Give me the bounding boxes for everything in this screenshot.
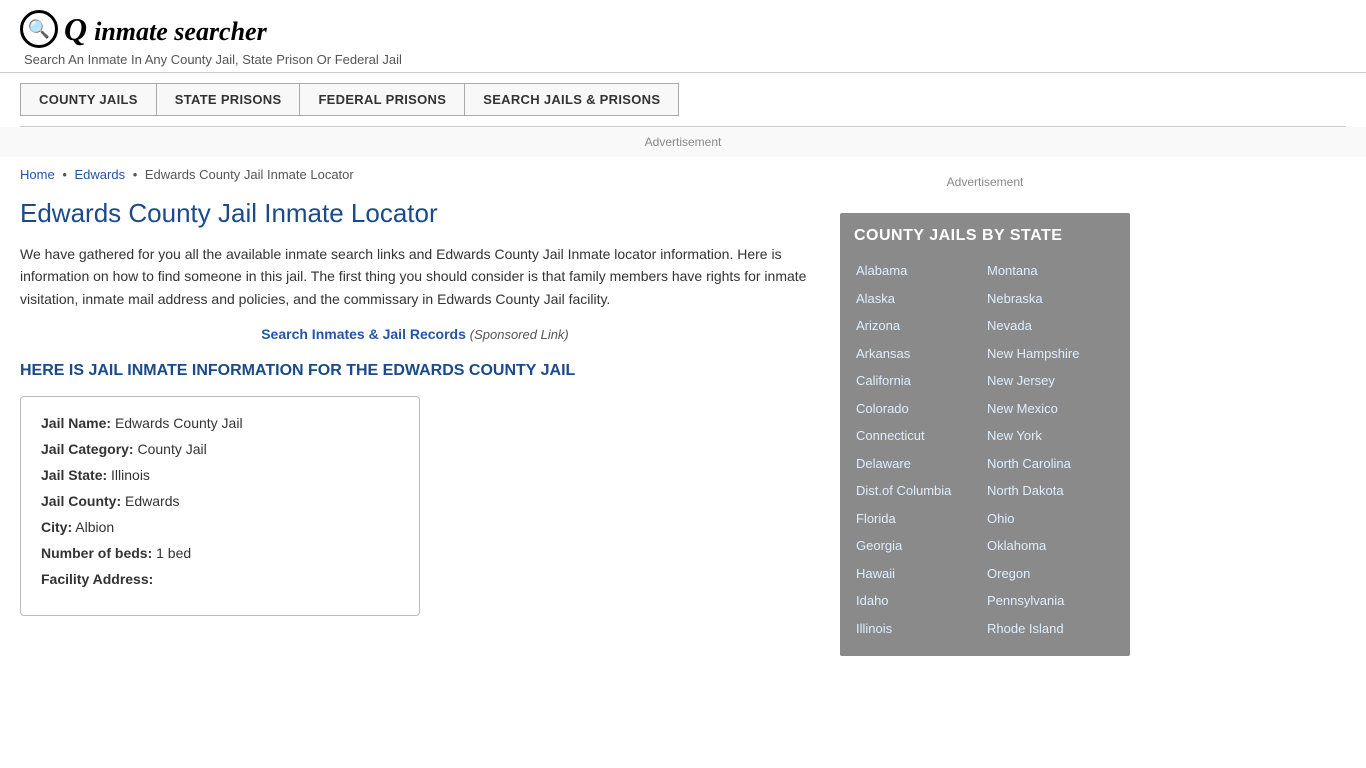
- state-link[interactable]: California: [854, 367, 985, 395]
- state-link[interactable]: Alabama: [854, 257, 985, 285]
- state-link[interactable]: Ohio: [985, 505, 1116, 533]
- breadcrumb: Home • Edwards • Edwards County Jail Inm…: [20, 167, 810, 182]
- state-link[interactable]: New Jersey: [985, 367, 1116, 395]
- state-link[interactable]: North Carolina: [985, 450, 1116, 478]
- state-link[interactable]: Hawaii: [854, 560, 985, 588]
- jail-county-value: Edwards: [125, 493, 179, 509]
- jail-address-label: Facility Address:: [41, 571, 153, 587]
- left-content: Home • Edwards • Edwards County Jail Inm…: [20, 167, 810, 656]
- sponsored-link[interactable]: Search Inmates & Jail Records: [261, 326, 466, 342]
- state-link[interactable]: Nebraska: [985, 285, 1116, 313]
- logo-area: 🔍 Q inmate searcher: [20, 10, 1346, 48]
- state-link[interactable]: Oklahoma: [985, 532, 1116, 560]
- breadcrumb-home[interactable]: Home: [20, 167, 55, 182]
- state-link[interactable]: Arkansas: [854, 340, 985, 368]
- jail-category-label: Jail Category:: [41, 441, 134, 457]
- description: We have gathered for you all the availab…: [20, 243, 810, 310]
- jail-state-label: Jail State:: [41, 467, 107, 483]
- state-grid: AlabamaAlaskaArizonaArkansasCaliforniaCo…: [854, 257, 1116, 642]
- state-link[interactable]: Alaska: [854, 285, 985, 313]
- logo-text: Q inmate searcher: [64, 11, 267, 48]
- state-link[interactable]: New Hampshire: [985, 340, 1116, 368]
- jail-city-label: City:: [41, 519, 72, 535]
- main-layout: Home • Edwards • Edwards County Jail Inm…: [0, 167, 1366, 656]
- page-title: Edwards County Jail Inmate Locator: [20, 198, 810, 229]
- jail-beds-row: Number of beds: 1 bed: [41, 545, 399, 561]
- breadcrumb-current: Edwards County Jail Inmate Locator: [145, 167, 354, 182]
- state-box-title: COUNTY JAILS BY STATE: [854, 227, 1116, 245]
- breadcrumb-sep2: •: [133, 167, 138, 182]
- nav: COUNTY JAILS STATE PRISONS FEDERAL PRISO…: [20, 83, 679, 116]
- nav-state-prisons[interactable]: STATE PRISONS: [157, 84, 301, 115]
- nav-county-jails[interactable]: COUNTY JAILS: [21, 84, 157, 115]
- jail-name-row: Jail Name: Edwards County Jail: [41, 415, 399, 431]
- jail-category-row: Jail Category: County Jail: [41, 441, 399, 457]
- jail-address-row: Facility Address:: [41, 571, 399, 587]
- state-link[interactable]: Idaho: [854, 587, 985, 615]
- state-box: COUNTY JAILS BY STATE AlabamaAlaskaArizo…: [840, 213, 1130, 656]
- nav-search-jails[interactable]: SEARCH JAILS & PRISONS: [465, 84, 678, 115]
- logo-icon: 🔍: [20, 10, 58, 48]
- state-link[interactable]: Nevada: [985, 312, 1116, 340]
- state-link[interactable]: Colorado: [854, 395, 985, 423]
- jail-county-row: Jail County: Edwards: [41, 493, 399, 509]
- jail-state-row: Jail State: Illinois: [41, 467, 399, 483]
- jail-beds-label: Number of beds:: [41, 545, 152, 561]
- tagline: Search An Inmate In Any County Jail, Sta…: [24, 52, 1346, 67]
- states-col1: AlabamaAlaskaArizonaArkansasCaliforniaCo…: [854, 257, 985, 642]
- sponsored-link-area: Search Inmates & Jail Records (Sponsored…: [20, 326, 810, 342]
- state-link[interactable]: Dist.of Columbia: [854, 477, 985, 505]
- state-link[interactable]: Connecticut: [854, 422, 985, 450]
- jail-name-label: Jail Name:: [41, 415, 111, 431]
- state-link[interactable]: Rhode Island: [985, 615, 1116, 643]
- state-link[interactable]: New York: [985, 422, 1116, 450]
- jail-county-label: Jail County:: [41, 493, 121, 509]
- breadcrumb-edwards[interactable]: Edwards: [75, 167, 126, 182]
- state-link[interactable]: Florida: [854, 505, 985, 533]
- state-link[interactable]: Oregon: [985, 560, 1116, 588]
- ad-banner-right: Advertisement: [840, 167, 1130, 197]
- state-link[interactable]: North Dakota: [985, 477, 1116, 505]
- breadcrumb-sep1: •: [62, 167, 67, 182]
- jail-name-value: Edwards County Jail: [115, 415, 243, 431]
- state-link[interactable]: Illinois: [854, 615, 985, 643]
- jail-city-row: City: Albion: [41, 519, 399, 535]
- state-link[interactable]: Pennsylvania: [985, 587, 1116, 615]
- state-link[interactable]: Arizona: [854, 312, 985, 340]
- right-sidebar: Advertisement COUNTY JAILS BY STATE Alab…: [840, 167, 1130, 656]
- states-col2: MontanaNebraskaNevadaNew HampshireNew Je…: [985, 257, 1116, 642]
- state-link[interactable]: New Mexico: [985, 395, 1116, 423]
- jail-info-heading: HERE IS JAIL INMATE INFORMATION FOR THE …: [20, 362, 810, 380]
- info-card: Jail Name: Edwards County Jail Jail Cate…: [20, 396, 420, 616]
- jail-state-value: Illinois: [111, 467, 150, 483]
- state-link[interactable]: Georgia: [854, 532, 985, 560]
- ad-banner-top: Advertisement: [0, 127, 1366, 157]
- state-link[interactable]: Montana: [985, 257, 1116, 285]
- state-link[interactable]: Delaware: [854, 450, 985, 478]
- jail-category-value: County Jail: [137, 441, 206, 457]
- header: 🔍 Q inmate searcher Search An Inmate In …: [0, 0, 1366, 73]
- nav-federal-prisons[interactable]: FEDERAL PRISONS: [300, 84, 465, 115]
- jail-city-value: Albion: [75, 519, 114, 535]
- sponsored-label: (Sponsored Link): [470, 327, 569, 342]
- jail-beds-value: 1 bed: [156, 545, 191, 561]
